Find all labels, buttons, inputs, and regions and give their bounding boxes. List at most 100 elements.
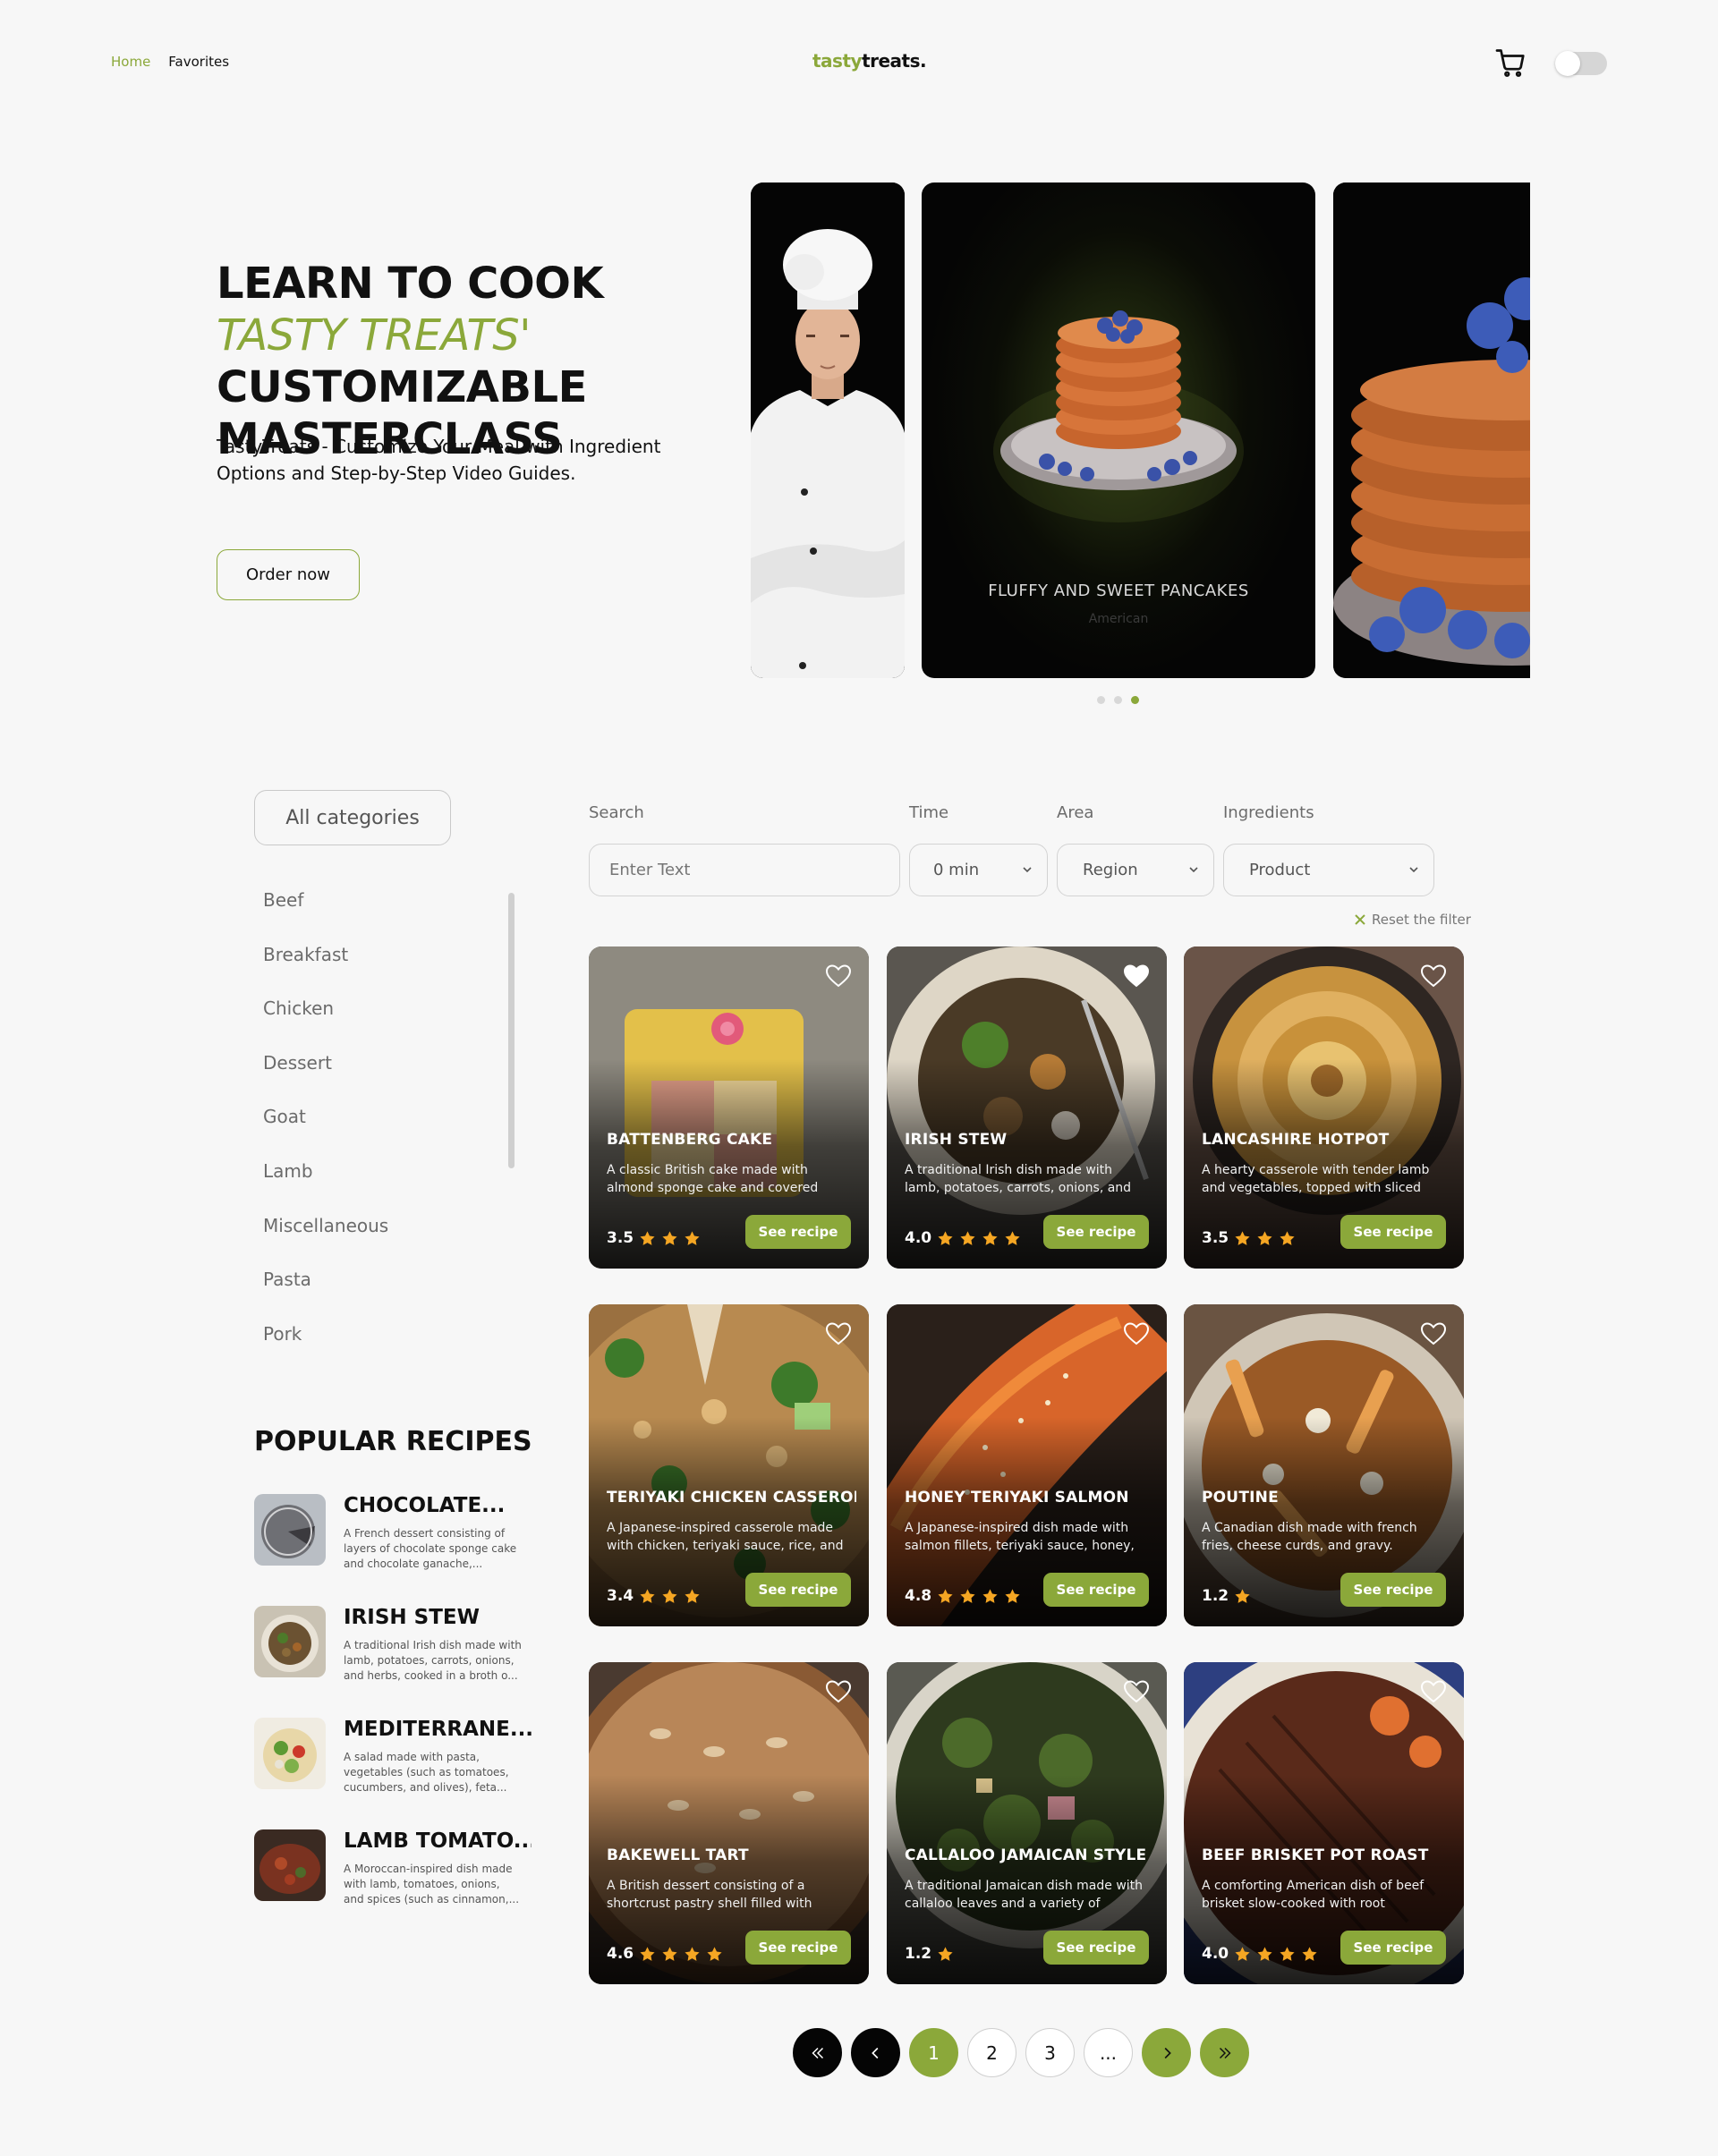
star-icon (1302, 1946, 1317, 1961)
category-item[interactable]: Miscellaneous (263, 1215, 496, 1269)
recipe-rating: 4.0 (905, 1229, 1021, 1247)
time-select[interactable]: 0 min (909, 844, 1048, 896)
star-icon (1257, 1230, 1272, 1245)
popular-recipe-title: LAMB TOMATO... (344, 1829, 532, 1853)
featured-recipe-slide[interactable]: FLUFFY AND SWEET PANCAKES American (922, 182, 1315, 678)
all-categories-button[interactable]: All categories (254, 790, 451, 845)
close-icon (1355, 914, 1365, 925)
category-item[interactable]: Dessert (263, 1052, 496, 1107)
popular-recipe-item[interactable]: CHOCOLATE... A French dessert consisting… (254, 1494, 540, 1575)
see-recipe-button[interactable]: See recipe (1340, 1215, 1446, 1249)
favorite-heart-icon[interactable] (826, 1680, 851, 1703)
recipe-card-desc: A hearty casserole with tender lamb and … (1202, 1163, 1430, 1195)
recipe-card[interactable]: CALLALOO JAMAICAN STYLE A traditional Jam… (887, 1662, 1167, 1984)
category-item[interactable]: Pasta (263, 1269, 496, 1323)
popular-recipe-item[interactable]: IRISH STEW A traditional Irish dish made… (254, 1606, 540, 1686)
recipe-card-title: BATTENBERG CAKE (607, 1131, 773, 1149)
recipe-card[interactable]: IRISH STEW A traditional Irish dish made … (887, 946, 1167, 1269)
favorite-heart-icon[interactable] (1124, 1680, 1149, 1703)
search-input[interactable] (589, 844, 900, 896)
star-icon (662, 1230, 677, 1245)
recipe-rating: 3.4 (607, 1587, 701, 1605)
prev-page-button[interactable] (851, 2028, 900, 2077)
chevron-down-icon (1189, 867, 1198, 873)
popular-recipe-desc: A French dessert consisting of layers of… (344, 1527, 517, 1570)
page-ellipsis[interactable]: ... (1084, 2028, 1133, 2077)
logo-part-treats: treats. (862, 50, 927, 72)
favorite-heart-icon[interactable] (826, 964, 851, 988)
site-logo[interactable]: tastytreats. (812, 50, 927, 72)
site-header: Home Favorites tastytreats. (0, 0, 1718, 125)
double-chevron-left-icon (811, 2047, 823, 2058)
favorite-heart-icon[interactable] (826, 1322, 851, 1345)
ingredients-select[interactable]: Product (1223, 844, 1434, 896)
last-page-button[interactable] (1200, 2028, 1249, 2077)
recipe-card[interactable]: POUTINE A Canadian dish made with french … (1184, 1304, 1464, 1626)
see-recipe-button[interactable]: See recipe (745, 1215, 851, 1249)
nav-favorites-link[interactable]: Favorites (168, 54, 229, 70)
recipe-card-desc: A Canadian dish made with french fries, … (1202, 1521, 1417, 1553)
recipe-rating: 1.2 (905, 1945, 954, 1963)
see-recipe-button[interactable]: See recipe (1340, 1931, 1446, 1965)
slider-dot[interactable] (1097, 696, 1105, 704)
page-button-current[interactable]: 1 (909, 2028, 958, 2077)
category-item[interactable]: Pork (263, 1323, 496, 1378)
rating-value: 1.2 (1202, 1587, 1229, 1605)
recipe-card[interactable]: BEEF BRISKET POT ROAST A comforting Ameri… (1184, 1662, 1464, 1984)
double-chevron-right-icon (1219, 2047, 1231, 2058)
popular-recipe-item[interactable]: MEDITERRANE... A salad made with pasta, … (254, 1718, 540, 1798)
category-item[interactable]: Beef (263, 889, 496, 944)
star-icon (960, 1588, 975, 1603)
see-recipe-button[interactable]: See recipe (1043, 1215, 1149, 1249)
theme-toggle[interactable] (1555, 51, 1607, 76)
rating-value: 4.6 (607, 1945, 634, 1963)
recipe-card[interactable]: BAKEWELL TART A British dessert consistin… (589, 1662, 869, 1984)
see-recipe-button[interactable]: See recipe (745, 1573, 851, 1607)
page-button[interactable]: 2 (967, 2028, 1016, 2077)
category-item[interactable]: Chicken (263, 997, 496, 1052)
page-button[interactable]: 3 (1025, 2028, 1075, 2077)
favorite-heart-icon[interactable] (1421, 964, 1446, 988)
recipe-card[interactable]: TERIYAKI CHICKEN CASSEROLE A Japanese-ins… (589, 1304, 869, 1626)
recipe-card-title: IRISH STEW (905, 1131, 1008, 1149)
star-icon (685, 1588, 700, 1603)
slider-dot[interactable] (1114, 696, 1122, 704)
star-icon (982, 1588, 998, 1603)
see-recipe-button[interactable]: See recipe (1043, 1931, 1149, 1965)
recipe-card[interactable]: HONEY TERIYAKI SALMON A Japanese-inspired… (887, 1304, 1167, 1626)
star-icon (685, 1230, 700, 1245)
favorite-heart-icon[interactable] (1124, 964, 1149, 988)
category-item[interactable]: Goat (263, 1106, 496, 1160)
popular-recipe-item[interactable]: LAMB TOMATO... A Moroccan-inspired dish … (254, 1829, 540, 1910)
slider-dot-active[interactable] (1131, 696, 1139, 704)
area-select-value: Region (1083, 861, 1138, 879)
area-select[interactable]: Region (1057, 844, 1214, 896)
star-icon (640, 1588, 655, 1603)
reset-filter-button[interactable]: Reset the filter (1354, 912, 1471, 928)
pancake-image (993, 310, 1244, 522)
recipe-card[interactable]: LANCASHIRE HOTPOT A hearty casserole with… (1184, 946, 1464, 1269)
next-page-button[interactable] (1142, 2028, 1191, 2077)
recipe-rating: 3.5 (1202, 1229, 1296, 1247)
favorite-heart-icon[interactable] (1421, 1322, 1446, 1345)
star-icon (960, 1230, 975, 1245)
cart-icon[interactable] (1494, 47, 1527, 79)
see-recipe-button[interactable]: See recipe (1340, 1573, 1446, 1607)
star-icon (640, 1230, 655, 1245)
popular-recipe-title: MEDITERRANE... (344, 1718, 532, 1741)
pancake-closeup-slide[interactable] (1333, 182, 1530, 678)
popular-recipes-title: POPULAR RECIPES (254, 1426, 532, 1457)
see-recipe-button[interactable]: See recipe (1043, 1573, 1149, 1607)
order-now-button[interactable]: Order now (217, 549, 360, 600)
recipe-rating: 3.5 (607, 1229, 701, 1247)
category-scrollbar[interactable] (508, 893, 515, 1168)
chef-slide[interactable] (751, 182, 905, 678)
recipe-card[interactable]: BATTENBERG CAKE A classic British cake ma… (589, 946, 869, 1269)
category-item[interactable]: Breakfast (263, 944, 496, 998)
nav-home-link[interactable]: Home (111, 54, 150, 70)
see-recipe-button[interactable]: See recipe (745, 1931, 851, 1965)
favorite-heart-icon[interactable] (1421, 1680, 1446, 1703)
favorite-heart-icon[interactable] (1124, 1322, 1149, 1345)
category-item[interactable]: Lamb (263, 1160, 496, 1215)
first-page-button[interactable] (793, 2028, 842, 2077)
